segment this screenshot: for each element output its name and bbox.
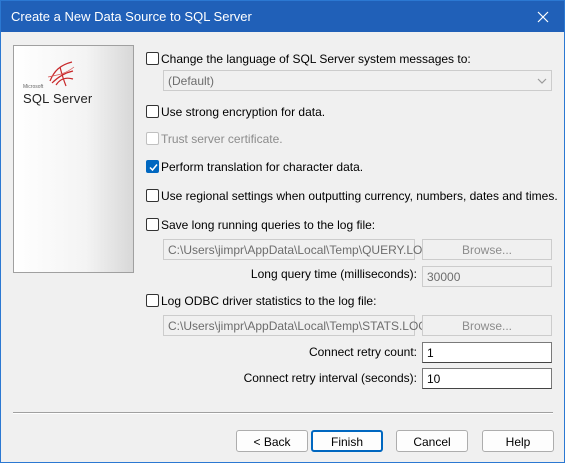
trust-certificate-checkbox — [146, 132, 159, 145]
retry-interval-label: Connect retry interval (seconds): — [243, 371, 417, 385]
strong-encryption-label: Use strong encryption for data. — [161, 105, 326, 119]
long-queries-checkbox[interactable] — [146, 218, 159, 231]
change-language-label: Change the language of SQL Server system… — [161, 52, 471, 66]
strong-encryption-checkbox[interactable] — [146, 105, 159, 118]
long-query-time-field: 30000 — [422, 266, 552, 287]
language-select: (Default) — [163, 70, 552, 91]
odbc-stats-label: Log ODBC driver statistics to the log fi… — [161, 294, 377, 308]
retry-interval-field[interactable]: 10 — [422, 368, 552, 389]
logo-product-text: SQL Server — [23, 91, 93, 106]
window-title: Create a New Data Source to SQL Server — [11, 9, 252, 24]
cancel-button[interactable]: Cancel — [396, 430, 468, 452]
dialog-window: Create a New Data Source to SQL Server M… — [0, 0, 565, 463]
close-icon[interactable] — [522, 1, 564, 32]
retry-count-label: Connect retry count: — [308, 345, 417, 359]
language-select-value: (Default) — [168, 74, 215, 88]
retry-count-field[interactable]: 1 — [422, 342, 552, 363]
long-query-time-label: Long query time (milliseconds): — [250, 267, 417, 281]
chevron-down-icon — [537, 78, 547, 84]
regional-settings-checkbox[interactable] — [146, 189, 159, 202]
browse-query-log-button: Browse... — [422, 239, 552, 260]
sql-server-logo-icon — [47, 61, 75, 87]
finish-button[interactable]: Finish — [311, 430, 383, 452]
logo-brand-text: Microsoft — [23, 84, 44, 90]
translation-checkbox[interactable] — [146, 160, 159, 173]
trust-certificate-label: Trust server certificate. — [161, 132, 283, 146]
sql-server-logo-panel: Microsoft SQL Server — [13, 45, 134, 273]
browse-stats-log-button: Browse... — [422, 315, 552, 336]
checkmark-icon — [149, 164, 158, 172]
stats-log-path-field: C:\Users\jimpr\AppData\Local\Temp\STATS.… — [163, 315, 428, 336]
change-language-checkbox[interactable] — [146, 52, 159, 65]
long-queries-label: Save long running queries to the log fil… — [161, 218, 376, 232]
back-button[interactable]: < Back — [236, 430, 308, 452]
translation-label: Perform translation for character data. — [161, 160, 364, 174]
odbc-stats-checkbox[interactable] — [146, 294, 159, 307]
separator — [13, 412, 553, 414]
regional-settings-label: Use regional settings when outputting cu… — [161, 189, 558, 203]
query-log-path-field: C:\Users\jimpr\AppData\Local\Temp\QUERY.… — [163, 239, 432, 260]
help-button[interactable]: Help — [482, 430, 554, 452]
title-bar: Create a New Data Source to SQL Server — [1, 1, 564, 32]
